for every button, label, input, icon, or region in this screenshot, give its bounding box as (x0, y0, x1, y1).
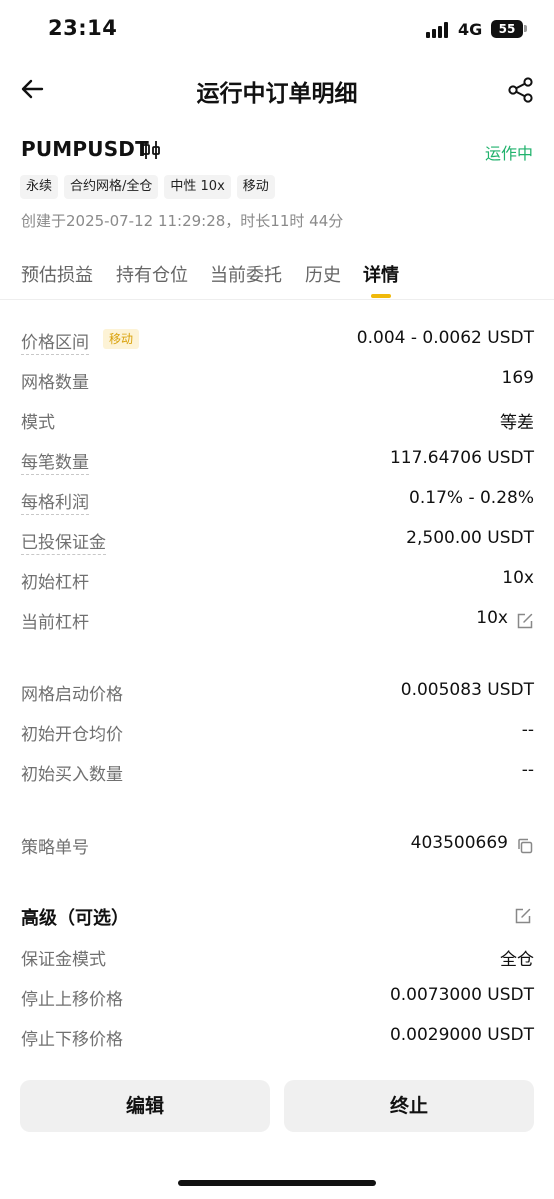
value-per-order-qty: 117.64706 USDT (389, 448, 534, 468)
value-stop-lower: 0.0029000 USDT (389, 1025, 534, 1045)
value-initial-leverage: 10x (502, 568, 534, 588)
detail-row-strategy-id: 策略单号 403500669 (21, 830, 534, 860)
signal-icon (426, 22, 452, 38)
tag-perpetual: 永续 (20, 175, 59, 199)
tab-estimated-pnl[interactable]: 预估损益 (21, 261, 93, 287)
detail-row-mode: 模式 等差 (21, 405, 534, 435)
label-grid-count: 网格数量 (21, 373, 89, 393)
value-strategy-id: 403500669 (410, 833, 508, 853)
tab-positions[interactable]: 持有仓位 (116, 261, 188, 287)
label-margin-invested[interactable]: 已投保证金 (21, 528, 106, 555)
value-mode: 等差 (500, 413, 534, 433)
tab-open-orders[interactable]: 当前委托 (210, 261, 282, 287)
detail-row-margin-invested: 已投保证金 2,500.00 USDT (21, 525, 534, 555)
terminate-button[interactable]: 终止 (284, 1080, 534, 1132)
label-current-leverage: 当前杠杆 (21, 613, 89, 633)
tab-details[interactable]: 详情 (363, 261, 399, 287)
detail-row-start-price: 网格启动价格 0.005083 USDT (21, 677, 534, 707)
advanced-section-title: 高级（可选） (21, 908, 129, 929)
share-icon[interactable] (506, 75, 536, 105)
value-margin-mode: 全仓 (500, 950, 534, 970)
running-status: 运作中 (484, 144, 533, 163)
battery-tip (524, 25, 527, 32)
home-indicator (178, 1180, 376, 1186)
tag-moving: 移动 (236, 175, 275, 199)
battery-icon: 55 (491, 20, 523, 38)
value-initial-avg-price: -- (521, 720, 534, 740)
detail-row-per-order-qty: 每笔数量 117.64706 USDT (21, 445, 534, 475)
value-price-range: 0.004 - 0.0062 USDT (356, 328, 534, 348)
label-initial-avg-price: 初始开仓均价 (21, 725, 123, 745)
label-initial-buy-qty: 初始买入数量 (21, 765, 123, 785)
active-tab-indicator (371, 294, 391, 298)
detail-row-current-leverage: 当前杠杆 10x (21, 605, 534, 635)
detail-row-price-range: 价格区间 移动 0.004 - 0.0062 USDT (21, 325, 534, 355)
label-initial-leverage: 初始杠杆 (21, 573, 89, 593)
value-start-price: 0.005083 USDT (400, 680, 534, 700)
value-current-leverage: 10x (476, 608, 508, 628)
detail-row-grid-count: 网格数量 169 (21, 365, 534, 395)
label-strategy-id: 策略单号 (21, 838, 89, 858)
edit-advanced-icon[interactable] (514, 907, 532, 925)
tag-direction-leverage: 中性 10x (164, 175, 231, 199)
value-initial-buy-qty: -- (521, 760, 534, 780)
tab-bar: 预估损益 持有仓位 当前委托 历史 详情 (0, 258, 554, 300)
created-time: 创建于2025-07-12 11:29:28，时长11时 44分 (21, 212, 344, 230)
detail-row-stop-lower: 停止下移价格 0.0029000 USDT (21, 1022, 534, 1052)
label-start-price: 网格启动价格 (21, 685, 123, 705)
status-bar: 23:14 4G 55 (0, 0, 554, 60)
label-per-order-qty[interactable]: 每笔数量 (21, 448, 89, 475)
value-stop-upper: 0.0073000 USDT (389, 985, 534, 1005)
candlestick-chart-icon[interactable] (141, 139, 161, 161)
edit-button[interactable]: 编辑 (20, 1080, 270, 1132)
detail-row-initial-leverage: 初始杠杆 10x (21, 565, 534, 595)
copy-icon[interactable] (516, 837, 534, 855)
nav-bar: 运行中订单明细 (0, 60, 554, 120)
detail-row-initial-buy-qty: 初始买入数量 -- (21, 757, 534, 787)
network-type: 4G (458, 20, 483, 39)
tab-history[interactable]: 历史 (305, 261, 341, 287)
label-stop-upper: 停止上移价格 (21, 990, 123, 1010)
symbol-name: PUMPUSDT (21, 137, 149, 161)
detail-row-margin-mode: 保证金模式 全仓 (21, 942, 534, 972)
tag-grid-type: 合约网格/全仓 (64, 175, 159, 199)
label-profit-per-grid[interactable]: 每格利润 (21, 488, 89, 515)
detail-row-initial-avg-price: 初始开仓均价 -- (21, 717, 534, 747)
label-price-range[interactable]: 价格区间 (21, 328, 89, 355)
label-mode: 模式 (21, 413, 55, 433)
detail-row-profit-per-grid: 每格利润 0.17% - 0.28% (21, 485, 534, 515)
label-stop-lower: 停止下移价格 (21, 1030, 123, 1050)
value-margin-invested: 2,500.00 USDT (406, 528, 534, 548)
moving-badge: 移动 (103, 329, 140, 349)
order-tags: 永续 合约网格/全仓 中性 10x 移动 (20, 175, 275, 199)
edit-leverage-icon[interactable] (516, 612, 534, 630)
status-time: 23:14 (48, 16, 118, 40)
page-title: 运行中订单明细 (196, 81, 358, 107)
value-profit-per-grid: 0.17% - 0.28% (409, 488, 534, 508)
value-grid-count: 169 (501, 368, 534, 388)
label-margin-mode: 保证金模式 (21, 950, 106, 970)
detail-row-stop-upper: 停止上移价格 0.0073000 USDT (21, 982, 534, 1012)
